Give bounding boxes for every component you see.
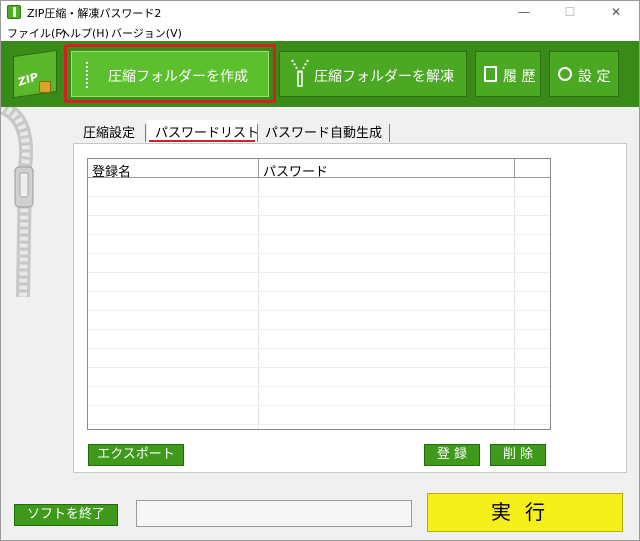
table-row[interactable] (88, 197, 550, 216)
settings-label: 設 定 (578, 69, 611, 85)
table-row[interactable] (88, 330, 550, 349)
close-button[interactable]: ✕ (593, 1, 639, 23)
tab-password-generator[interactable]: パスワード自動生成 (265, 122, 382, 144)
export-button[interactable]: エクスポート (88, 444, 184, 466)
table-row[interactable] (88, 311, 550, 330)
history-button[interactable]: 履 歴 (475, 51, 541, 97)
app-zip-icon (7, 5, 21, 19)
table-row[interactable] (88, 349, 550, 368)
table-row[interactable] (88, 368, 550, 387)
extract-archive-button[interactable]: 圧縮フォルダーを解凍 (279, 51, 467, 97)
extract-archive-label: 圧縮フォルダーを解凍 (314, 69, 454, 85)
table-row[interactable] (88, 216, 550, 235)
table-row[interactable] (88, 406, 550, 425)
document-icon (484, 66, 497, 82)
menu-file[interactable]: ファイル(F) (7, 25, 66, 41)
password-table[interactable]: 登録名 パスワード (87, 158, 551, 430)
tab-separator (389, 124, 390, 142)
table-row[interactable] (88, 235, 550, 254)
gear-icon (558, 67, 572, 81)
run-button[interactable]: 実行 (427, 493, 623, 532)
table-row[interactable] (88, 292, 550, 311)
status-field (136, 500, 412, 527)
column-divider[interactable] (258, 159, 259, 178)
column-divider[interactable] (514, 159, 515, 178)
minimize-button[interactable]: — (501, 1, 547, 23)
highlight-frame (64, 44, 276, 103)
menu-bar: ファイル(F) ヘルプ(H) バージョン(V) (1, 23, 639, 41)
settings-button[interactable]: 設 定 (549, 51, 619, 97)
table-row[interactable] (88, 254, 550, 273)
lock-icon (39, 81, 51, 93)
history-label: 履 歴 (503, 69, 536, 85)
table-row[interactable] (88, 178, 550, 197)
table-row[interactable] (88, 273, 550, 292)
tab-compression-settings[interactable]: 圧縮設定 (83, 122, 135, 144)
maximize-button[interactable]: ☐ (547, 1, 593, 23)
table-header: 登録名 パスワード (88, 159, 550, 180)
unzip-icon (291, 59, 309, 87)
exit-button[interactable]: ソフトを終了 (14, 504, 118, 526)
title-bar: ZIP圧縮・解凍パスワード2 — ☐ ✕ (1, 1, 639, 23)
tab-separator (257, 124, 258, 142)
window-title: ZIP圧縮・解凍パスワード2 (27, 7, 162, 20)
app-window: ZIP圧縮・解凍パスワード2 — ☐ ✕ ファイル(F) ヘルプ(H) バージョ… (0, 0, 640, 541)
table-row[interactable] (88, 387, 550, 406)
menu-help[interactable]: ヘルプ(H) (59, 25, 109, 41)
zipper-decoration (1, 107, 34, 298)
menu-version[interactable]: バージョン(V) (111, 25, 182, 41)
delete-button[interactable]: 削 除 (490, 444, 546, 466)
active-tab-underline (149, 140, 255, 142)
zip-logo-text: ZIP (17, 70, 40, 89)
tab-separator (145, 124, 146, 142)
register-button[interactable]: 登 録 (424, 444, 480, 466)
